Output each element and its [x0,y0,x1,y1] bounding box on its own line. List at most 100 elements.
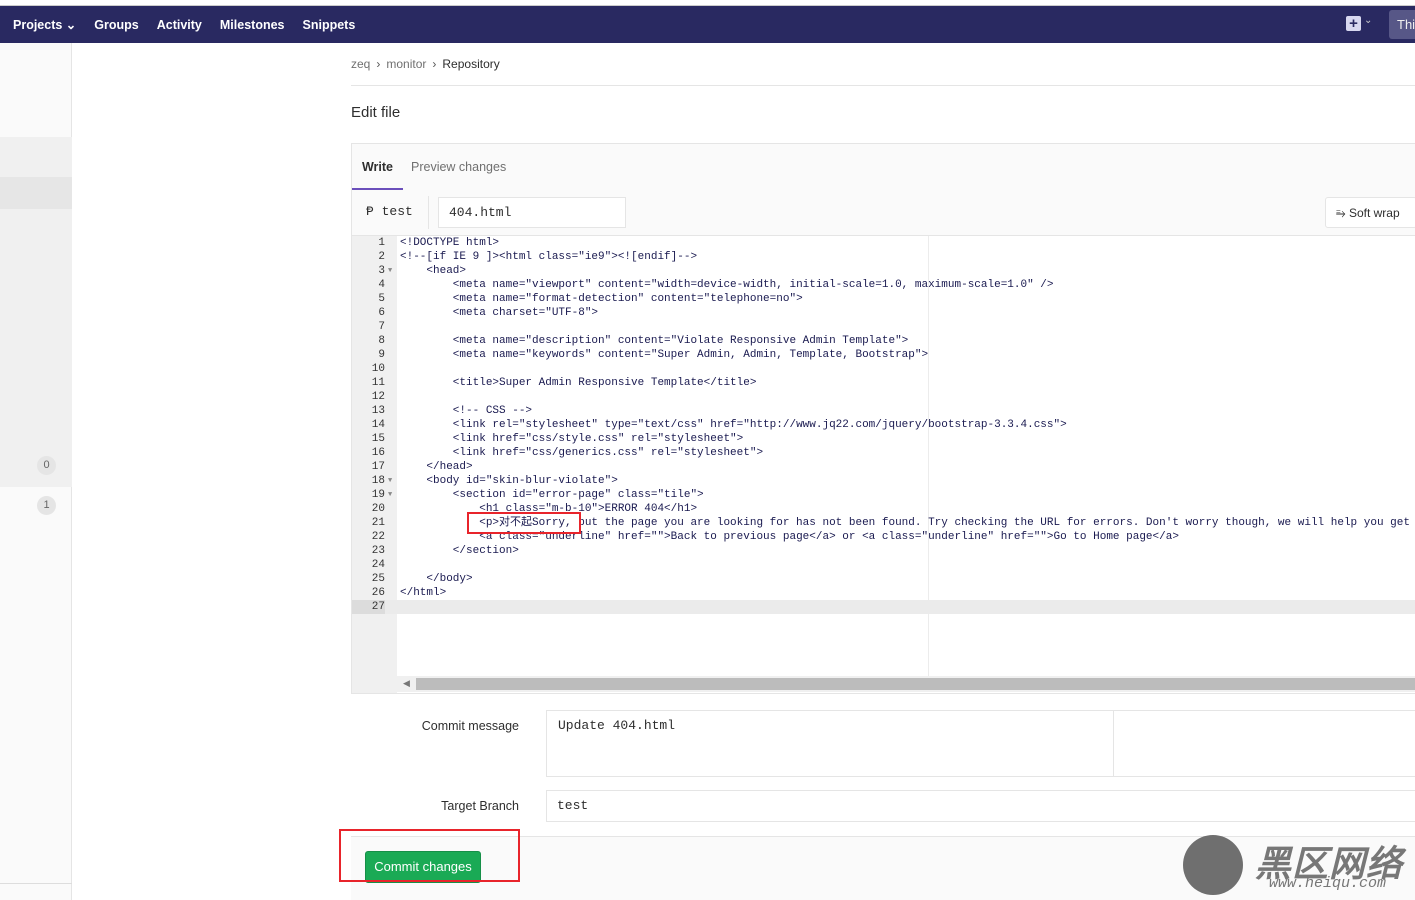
soft-wrap-label: Soft wrap [1348,206,1400,220]
scrollbar-thumb[interactable] [416,678,1415,690]
branch-name: test [381,204,413,219]
divider [351,85,1415,86]
count-badge: 1 [37,496,56,515]
code-line[interactable]: 1 <!DOCTYPE html> [352,236,1415,250]
code-text: <meta name="viewport" content="width=dev… [400,279,1054,291]
line-number: 9 [378,349,385,361]
code-line[interactable]: 15 <link href="css/style.css" rel="style… [352,432,1415,446]
line-number: 2 [378,251,385,263]
code-text: </body> [400,573,473,585]
code-text: <head> [400,265,467,277]
line-number: 26 [371,587,385,599]
breadcrumb-zeq[interactable]: zeq [351,57,370,71]
search-input[interactable]: This [1389,10,1415,39]
code-text: <body id="skin-blur-violate"> [400,475,618,487]
horizontal-scrollbar[interactable]: ◀ [397,676,1415,692]
wrap-icon: ⥱ [1336,206,1346,220]
code-line[interactable]: 14 <link rel="stylesheet" type="text/css… [352,418,1415,432]
top-nav: Projects ⌄ Groups Activity Milestones Sn… [0,6,1415,43]
code-line[interactable]: 6 <meta charset="UTF-8"> [352,306,1415,320]
code-line[interactable]: 2 <!--[if IE 9 ]><html class="ie9"><![end… [352,250,1415,264]
fold-icon[interactable]: ▼ [388,488,392,502]
commit-message-value: Update 404.html [558,718,676,733]
watermark-logo: 黑区网络 www.heiqu.com [1183,835,1415,897]
soft-wrap-button[interactable]: ⥱ Soft wrap [1325,197,1415,228]
breadcrumb-monitor[interactable]: monitor [386,57,426,71]
file-name-input[interactable]: 404.html [438,197,626,228]
code-text: </head> [400,461,473,473]
code-text: <section id="error-page" class="tile"> [400,489,704,501]
chevron-down-icon[interactable]: ⌄ [1364,15,1372,26]
line-number: 11 [371,377,385,389]
code-text: <title>Super Admin Responsive Template</… [400,377,757,389]
mushroom-icon [1183,835,1243,895]
code-line[interactable]: 11 <title>Super Admin Responsive Templat… [352,376,1415,390]
plus-square-icon[interactable]: + [1346,16,1361,31]
target-branch-input[interactable]: test [546,790,1415,822]
chevron-right-icon: › [376,57,381,71]
nav-projects[interactable]: Projects ⌄ [13,17,76,32]
line-number: 22 [371,531,385,543]
code-line[interactable]: 16 <link href="css/generics.css" rel="st… [352,446,1415,460]
commit-message-input[interactable]: Update 404.html [546,710,1415,777]
code-line[interactable]: 5 <meta name="format-detection" content=… [352,292,1415,306]
code-line[interactable]: 7 [352,320,1415,334]
commit-message-label: Commit message [421,719,519,733]
code-line[interactable]: 26 </html> [352,586,1415,600]
code-line[interactable]: 8 <meta name="description" content="Viol… [352,334,1415,348]
code-line[interactable]: 9 <meta name="keywords" content="Super A… [352,348,1415,362]
code-editor[interactable]: 1 <!DOCTYPE html> 2 <!--[if IE 9 ]><html cl… [351,236,1415,694]
sidebar: 0 1 [0,43,72,900]
line-number: 4 [378,279,385,291]
line-number: 12 [371,391,385,403]
code-line[interactable]: 13 <!-- CSS --> [352,404,1415,418]
nav-groups[interactable]: Groups [94,18,138,32]
editor-tabs: Write Preview changes [351,143,1415,191]
line-number: 15 [371,433,385,445]
sidebar-divider [0,883,72,884]
line-number: 17 [371,461,385,473]
line-number: 19 [371,489,385,501]
line-number: 6 [378,307,385,319]
code-line[interactable]: 10 [352,362,1415,376]
count-badge: 0 [37,456,56,475]
tab-write[interactable]: Write [352,144,403,190]
line-number: 20 [371,503,385,515]
code-line[interactable]: 3 ▼ <head> [352,264,1415,278]
tab-preview-changes[interactable]: Preview changes [411,144,506,190]
code-line[interactable]: 19 ▼ <section id="error-page" class="tile… [352,488,1415,502]
code-line[interactable]: 27 [352,600,1415,614]
target-branch-label: Target Branch [441,799,519,813]
line-number: 7 [378,321,385,333]
fold-icon[interactable]: ▼ [388,264,392,278]
nav-snippets[interactable]: Snippets [303,18,356,32]
nav-activity[interactable]: Activity [157,18,202,32]
breadcrumb-repository[interactable]: Repository [442,57,499,71]
code-line[interactable]: 4 <meta name="viewport" content="width=d… [352,278,1415,292]
fold-icon[interactable]: ▼ [388,474,392,488]
code-line[interactable]: 25 </body> [352,572,1415,586]
nav-milestones[interactable]: Milestones [220,18,285,32]
line-number: 5 [378,293,385,305]
page-title: Edit file [351,104,401,121]
code-line[interactable]: 23 </section> [352,544,1415,558]
chevron-right-icon: › [432,57,437,71]
code-line[interactable]: 17 </head> [352,460,1415,474]
annotation-box [467,512,581,534]
line-number: 23 [371,545,385,557]
code-text: <link href="css/style.css" rel="styleshe… [400,433,744,445]
code-line[interactable]: 24 [352,558,1415,572]
file-toolbar: Ᵽ test 404.html ⥱ Soft wrap [351,190,1415,236]
code-lines[interactable]: 1 <!DOCTYPE html> 2 <!--[if IE 9 ]><html cl… [352,236,1415,614]
sidebar-item-active[interactable] [0,177,72,209]
textarea-margin [1113,711,1114,776]
code-text: <meta name="format-detection" content="t… [400,293,803,305]
code-line[interactable]: 18 ▼ <body id="skin-blur-violate"> [352,474,1415,488]
scroll-left-icon[interactable]: ◀ [403,678,410,689]
code-line[interactable]: 12 [352,390,1415,404]
line-number: 13 [371,405,385,417]
divider [428,196,429,229]
code-text: <meta charset="UTF-8"> [400,307,599,319]
line-number: 21 [371,517,385,529]
code-text: <meta name="keywords" content="Super Adm… [400,349,929,361]
